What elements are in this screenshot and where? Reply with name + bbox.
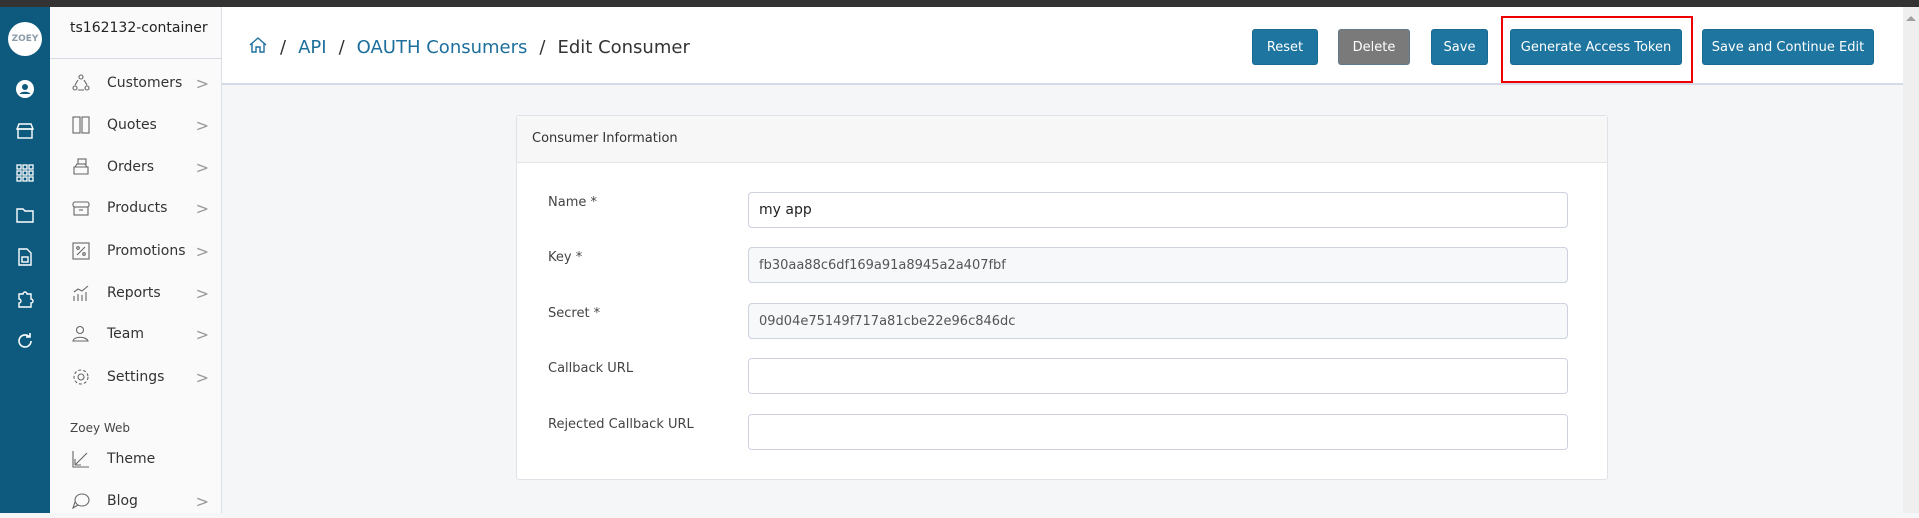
chart-icon — [70, 282, 92, 304]
breadcrumb-api[interactable]: API — [298, 37, 326, 58]
puzzle-icon[interactable] — [13, 287, 37, 311]
rejected-callback-url-label: Rejected Callback URL — [548, 417, 694, 432]
sidebar: ts162132-container Customers > Quotes > Or… — [50, 7, 222, 513]
panel-title: Consumer Information — [517, 116, 1607, 163]
sidebar-item-label: Theme — [107, 451, 156, 467]
cash-register-icon — [70, 156, 92, 178]
rejected-callback-url-input[interactable] — [748, 414, 1568, 450]
quotes-icon — [70, 114, 92, 136]
sidebar-item-label: Quotes — [107, 117, 157, 133]
sidebar-item-settings[interactable]: Settings > — [50, 360, 221, 394]
key-row: Key * — [517, 247, 1607, 283]
chevron-right-icon: > — [195, 491, 209, 511]
chevron-right-icon: > — [195, 367, 209, 387]
spreadsheet-icon[interactable] — [13, 245, 37, 269]
icon-rail: ZOEY — [0, 7, 50, 513]
sidebar-item-label: Team — [107, 326, 145, 342]
scroll-up-arrow-icon[interactable] — [1906, 16, 1916, 21]
customers-icon — [70, 72, 92, 94]
store-icon[interactable] — [13, 119, 37, 143]
sidebar-item-theme[interactable]: Theme — [50, 442, 221, 476]
page-header: / API / OAUTH Consumers / Edit Consumer … — [222, 7, 1903, 85]
callback-url-row: Callback URL — [517, 358, 1607, 394]
home-icon[interactable] — [248, 35, 268, 60]
save-and-continue-edit-button[interactable]: Save and Continue Edit — [1702, 29, 1874, 65]
sidebar-item-label: Blog — [107, 493, 138, 509]
secret-row: Secret * — [517, 303, 1607, 339]
consumer-information-panel: Consumer Information Name * Key * Secret… — [516, 115, 1608, 480]
sidebar-item-reports[interactable]: Reports > — [50, 276, 221, 310]
percent-icon — [70, 240, 92, 262]
window-top-bar — [0, 0, 1919, 7]
breadcrumb: / API / OAUTH Consumers / Edit Consumer — [248, 35, 690, 60]
store-name: ts162132-container — [50, 7, 221, 59]
team-icon — [70, 323, 92, 345]
chevron-right-icon: > — [195, 73, 209, 93]
sidebar-item-label: Reports — [107, 285, 161, 301]
sidebar-item-label: Products — [107, 200, 168, 216]
zoey-logo[interactable]: ZOEY — [8, 22, 42, 56]
vertical-scrollbar[interactable] — [1903, 7, 1919, 513]
sidebar-item-team[interactable]: Team > — [50, 317, 221, 351]
name-input[interactable] — [748, 192, 1568, 228]
sidebar-item-customers[interactable]: Customers > — [50, 66, 221, 100]
reset-button[interactable]: Reset — [1252, 29, 1318, 65]
box-icon — [70, 197, 92, 219]
breadcrumb-oauth-consumers[interactable]: OAUTH Consumers — [357, 37, 528, 58]
theme-icon — [70, 448, 92, 470]
section-title-zoey-web: Zoey Web — [70, 421, 131, 435]
account-icon[interactable] — [13, 77, 37, 101]
secret-input[interactable] — [748, 303, 1568, 339]
key-label: Key * — [548, 250, 583, 265]
rejected-callback-url-row: Rejected Callback URL — [517, 414, 1607, 450]
sidebar-item-label: Promotions — [107, 243, 186, 259]
sidebar-item-label: Settings — [107, 369, 165, 385]
chevron-right-icon: > — [195, 324, 209, 344]
delete-button[interactable]: Delete — [1338, 29, 1410, 65]
highlight-box — [1501, 16, 1693, 83]
sidebar-item-quotes[interactable]: Quotes > — [50, 108, 221, 142]
breadcrumb-separator: / — [338, 37, 345, 58]
sidebar-item-promotions[interactable]: Promotions > — [50, 234, 221, 268]
breadcrumb-separator: / — [280, 37, 287, 58]
callback-url-label: Callback URL — [548, 361, 634, 376]
sidebar-item-products[interactable]: Products > — [50, 191, 221, 225]
refresh-icon[interactable] — [13, 329, 37, 353]
save-button[interactable]: Save — [1431, 29, 1488, 65]
folder-icon[interactable] — [13, 203, 37, 227]
sidebar-item-orders[interactable]: Orders > — [50, 150, 221, 184]
gear-icon — [70, 366, 92, 388]
chevron-right-icon: > — [195, 198, 209, 218]
page-title: Edit Consumer — [557, 37, 690, 58]
name-label: Name * — [548, 195, 597, 210]
chevron-right-icon: > — [195, 283, 209, 303]
blog-icon — [70, 490, 92, 512]
key-input[interactable] — [748, 247, 1568, 283]
breadcrumb-separator: / — [539, 37, 546, 58]
name-row: Name * — [517, 192, 1607, 228]
callback-url-input[interactable] — [748, 358, 1568, 394]
chevron-right-icon: > — [195, 157, 209, 177]
sidebar-item-label: Customers — [107, 75, 183, 91]
chevron-right-icon: > — [195, 241, 209, 261]
secret-label: Secret * — [548, 306, 601, 321]
chevron-right-icon: > — [195, 115, 209, 135]
sidebar-item-label: Orders — [107, 159, 155, 175]
apps-grid-icon[interactable] — [13, 161, 37, 185]
